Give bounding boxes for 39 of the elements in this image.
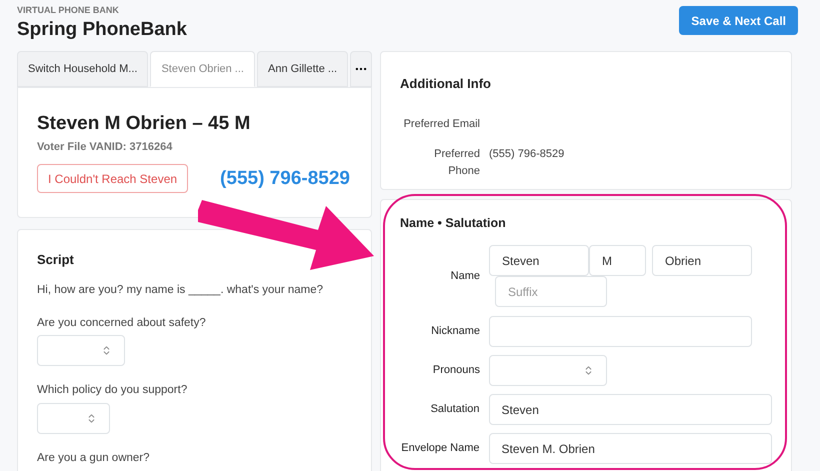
text-field[interactable]: Suffix — [495, 276, 607, 307]
page-title: Spring PhoneBank — [17, 18, 187, 42]
text-field[interactable]: M — [589, 245, 646, 276]
question-label: Which policy do you support? — [37, 383, 188, 398]
text-field[interactable]: Steven — [488, 394, 772, 425]
script-text: Hi, how are you? my name is _____. what's your name? — [37, 282, 324, 298]
chevron-icon — [101, 345, 112, 356]
info-label: Preferred Email — [402, 116, 480, 132]
question-label: Are you a gun owner? — [37, 450, 151, 466]
field-label: Salutation — [430, 402, 480, 418]
question-label: Are you concerned about safety? — [37, 316, 207, 331]
eyebrow-label: VIRTUAL PHONE BANK — [17, 4, 120, 17]
field-label: Nickname — [430, 324, 480, 340]
text-field[interactable] — [489, 316, 752, 347]
more-tabs-button[interactable] — [350, 51, 372, 88]
section-title: Name • Salutation — [400, 215, 507, 232]
couldnt-reach-button[interactable]: I Couldn't Reach Steven — [37, 164, 188, 194]
field-label: Name — [450, 269, 480, 284]
answer-select[interactable] — [37, 402, 110, 434]
info-label: Preferred Phone — [433, 147, 480, 179]
field-label: Envelope Name — [400, 441, 480, 456]
answer-select[interactable] — [37, 335, 125, 366]
script-title: Script — [37, 251, 75, 270]
text-field[interactable]: Obrien — [652, 245, 752, 276]
text-field[interactable]: Steven M. Obrien — [488, 433, 772, 464]
pronouns-select[interactable] — [489, 355, 607, 386]
chevron-icon — [583, 365, 594, 376]
tab[interactable]: Ann Gillette ... — [256, 51, 348, 88]
info-value: (555) 796-8529 — [489, 147, 564, 162]
tab[interactable]: Switch Household M... — [17, 51, 148, 88]
vanid-label: Voter File VANID: 3716264 — [37, 140, 174, 155]
contact-name: Steven M Obrien – 45 M — [37, 112, 252, 136]
section-title: Additional Info — [400, 75, 492, 94]
save-next-button[interactable]: Save & Next Call — [679, 6, 798, 35]
phone-number: (555) 796-8529 — [220, 166, 350, 190]
tab[interactable]: Steven Obrien ... — [150, 51, 255, 88]
text-field[interactable]: Steven — [489, 245, 589, 276]
field-label: Pronouns — [432, 363, 480, 378]
chevron-icon — [86, 412, 97, 424]
